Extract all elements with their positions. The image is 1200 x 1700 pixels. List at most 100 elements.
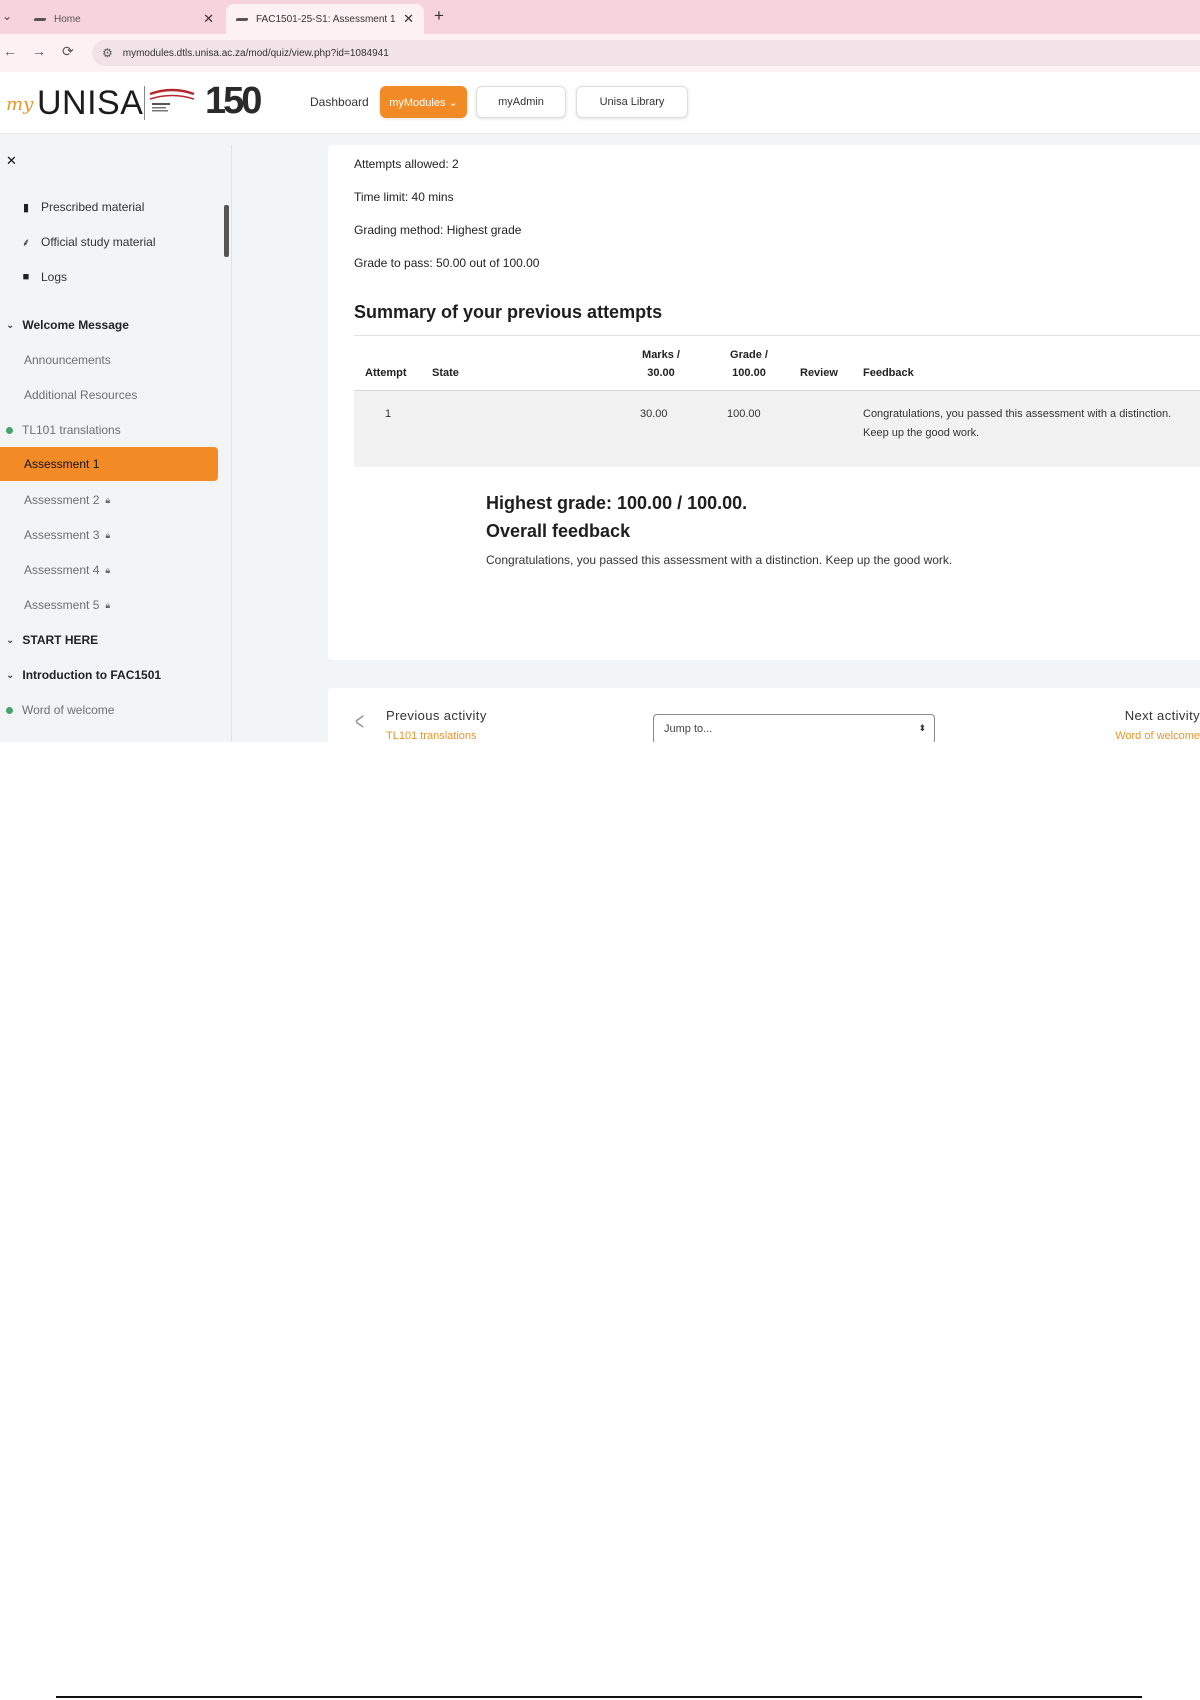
sidebar-item-label: TL101 translations — [22, 423, 121, 437]
unisa-favicon-icon — [236, 16, 248, 22]
nav-dashboard[interactable]: Dashboard — [310, 95, 369, 109]
logo-my-text: my — [6, 94, 34, 115]
site-settings-icon[interactable]: ⚙ — [102, 46, 113, 60]
tab-title: Home — [54, 13, 81, 25]
nav-mymodules-button[interactable]: myModules ⌄ — [380, 86, 467, 118]
select-caret-icon: ⬍ — [918, 723, 926, 733]
sidebar-item-prescribed-material[interactable]: ▮ Prescribed material — [19, 195, 144, 219]
course-index-sidebar: ✕ ▮ Prescribed material ⸙ Official study… — [0, 145, 232, 742]
attempts-allowed: Attempts allowed: 2 — [354, 157, 459, 171]
tab-close-icon[interactable]: ✕ — [203, 11, 214, 27]
forward-icon[interactable]: → — [32, 43, 46, 59]
next-activity-link[interactable]: Word of welcome — [1115, 730, 1200, 742]
sidebar-item-label: Assessment 2 — [24, 493, 100, 507]
table-header-row: Attempt State Marks / 30.00 Grade / 100.… — [354, 335, 1200, 391]
sidebar-item-label: Assessment 5 — [24, 598, 100, 612]
url-field[interactable]: ⚙ mymodules.dtls.unisa.ac.za/mod/quiz/vi… — [92, 40, 1200, 66]
column-header-grade-line1: Grade / — [730, 349, 768, 361]
summary-heading: Summary of your previous attempts — [354, 302, 663, 322]
next-activity-label: Next activity — [1124, 708, 1200, 723]
folder-icon: ■ — [22, 271, 30, 283]
url-text: mymodules.dtls.unisa.ac.za/mod/quiz/view… — [122, 47, 389, 59]
sidebar-item-label: Assessment 1 — [24, 457, 100, 471]
sidebar-scrollbar[interactable] — [224, 205, 229, 257]
browser-tab-bar: ⌄ Home ✕ FAC1501-25-S1: Assessment 1 ✕ + — [0, 0, 1200, 34]
sidebar-section-start-here[interactable]: ⌄ START HERE — [6, 628, 98, 652]
sidebar-item-label: Introduction to FAC1501 — [22, 668, 162, 682]
sidebar-item-assessment-3[interactable]: Assessment 3 🔒︎ — [24, 523, 110, 547]
nav-myadmin-button[interactable]: myAdmin — [476, 86, 566, 118]
highest-grade: Highest grade: 100.00 / 100.00. — [486, 493, 748, 513]
previous-activity-link[interactable]: TL101 translations — [386, 730, 477, 742]
tab-title: FAC1501-25-S1: Assessment 1 — [256, 13, 396, 25]
tab-close-icon[interactable]: ✕ — [403, 11, 414, 27]
sidebar-item-label: Word of welcome — [22, 703, 115, 717]
browser-tab-assessment[interactable]: FAC1501-25-S1: Assessment 1 ✕ — [226, 4, 424, 34]
jump-to-select[interactable]: Jump to... ⬍ — [653, 714, 935, 742]
column-header-marks-line2: 30.00 — [647, 367, 675, 379]
sidebar-item-additional-resources[interactable]: Additional Resources — [24, 383, 137, 407]
sidebar-item-tl101-translations[interactable]: TL101 translations — [6, 418, 121, 442]
close-sidebar-icon[interactable]: ✕ — [6, 153, 17, 169]
logo-unisa-text: UNISA — [37, 84, 144, 122]
grading-method: Grading method: Highest grade — [354, 223, 522, 237]
sidebar-section-welcome-message[interactable]: ⌄ Welcome Message — [6, 313, 129, 337]
lock-icon: 🔒︎ — [105, 564, 111, 575]
sidebar-item-assessment-2[interactable]: Assessment 2 🔒︎ — [24, 488, 110, 512]
chevron-left-icon[interactable]: < — [355, 706, 364, 737]
tab-list-chevron-icon[interactable]: ⌄ — [2, 9, 12, 23]
sidebar-item-label: Official study material — [41, 235, 156, 249]
lock-icon: 🔒︎ — [105, 529, 111, 540]
unisa-favicon-icon — [34, 16, 46, 22]
column-header-marks-line1: Marks / — [642, 349, 680, 361]
sidebar-item-word-of-welcome[interactable]: Word of welcome — [6, 698, 114, 722]
table-row: 1 30.00 100.00 Congratulations, you pass… — [354, 391, 1200, 467]
column-header-grade: Grade / 100.00 — [723, 346, 775, 382]
site-header: my UNISA 150 Dashboard myModules ⌄ myAdm… — [0, 72, 1200, 134]
sidebar-item-logs[interactable]: ■ Logs — [19, 265, 67, 289]
grade-to-pass: Grade to pass: 50.00 out of 100.00 — [354, 256, 540, 270]
time-limit: Time limit: 40 mins — [354, 190, 454, 204]
column-header-grade-line2: 100.00 — [732, 367, 766, 379]
address-bar-row: ← → ⟳ ⚙ mymodules.dtls.unisa.ac.za/mod/q… — [0, 34, 1200, 72]
unisa-emblem-icon — [149, 88, 195, 112]
screen: ⌄ Home ✕ FAC1501-25-S1: Assessment 1 ✕ +… — [0, 0, 1200, 742]
sidebar-item-announcements[interactable]: Announcements — [24, 348, 111, 372]
cell-marks: 30.00 — [640, 408, 668, 420]
sidebar-item-assessment-5[interactable]: Assessment 5 🔒︎ — [24, 593, 110, 617]
column-header-marks: Marks / 30.00 — [635, 346, 687, 382]
cell-attempt: 1 — [385, 408, 392, 420]
back-icon[interactable]: ← — [3, 43, 17, 59]
column-header-attempt: Attempt — [365, 367, 407, 379]
sidebar-item-label: Logs — [41, 270, 68, 284]
lock-icon: 🔒︎ — [105, 494, 111, 505]
sidebar-item-official-study-material[interactable]: ⸙ Official study material — [19, 230, 156, 254]
overall-feedback-title: Overall feedback — [486, 521, 631, 541]
browser-tab-home[interactable]: Home ✕ — [24, 4, 224, 34]
sidebar-item-label: Prescribed material — [41, 200, 145, 214]
sidebar-item-assessment-1[interactable]: Assessment 1 — [0, 447, 218, 481]
new-tab-icon[interactable]: + — [434, 6, 444, 26]
nav-library-button[interactable]: Unisa Library — [576, 86, 688, 118]
previous-activity-label: Previous activity — [386, 708, 487, 723]
sidebar-section-introduction[interactable]: ⌄ Introduction to FAC1501 — [6, 663, 161, 687]
lock-icon: 🔒︎ — [105, 599, 111, 610]
logo-150-years: 150 — [205, 80, 262, 122]
study-material-icon: ⸙ — [21, 236, 31, 249]
sidebar-item-label: Announcements — [24, 353, 111, 367]
cell-grade: 100.00 — [727, 408, 761, 420]
column-header-feedback: Feedback — [863, 367, 914, 379]
chevron-down-icon: ⌄ — [6, 669, 15, 681]
attempts-table: Attempt State Marks / 30.00 Grade / 100.… — [354, 335, 1200, 611]
logo-divider — [144, 86, 145, 120]
quiz-main-card: Attempts allowed: 2 Time limit: 40 mins … — [328, 145, 1200, 660]
sidebar-item-assessment-4[interactable]: Assessment 4 🔒︎ — [24, 558, 110, 582]
completion-dot-icon — [6, 706, 13, 714]
sidebar-item-label: Welcome Message — [22, 318, 129, 332]
chevron-down-icon: ⌄ — [6, 634, 15, 646]
reload-icon[interactable]: ⟳ — [62, 43, 74, 60]
bookmark-icon: ▮ — [22, 201, 30, 214]
sidebar-item-label: Assessment 4 — [24, 563, 100, 577]
overall-feedback-text: Congratulations, you passed this assessm… — [486, 553, 953, 567]
chevron-down-icon: ⌄ — [6, 319, 15, 331]
